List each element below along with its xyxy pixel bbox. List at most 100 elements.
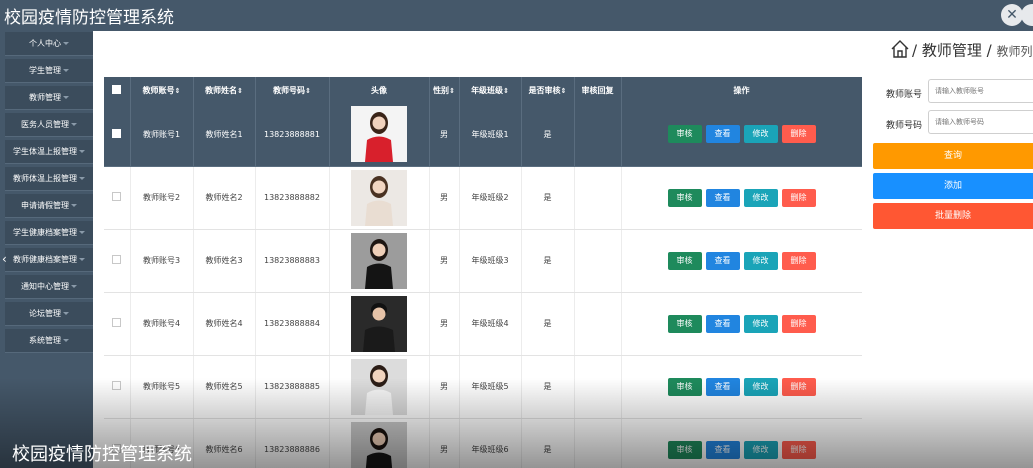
cell-class: 年级班级2	[459, 166, 522, 230]
cell-actions: 审核 查看 修改 删除	[621, 355, 862, 419]
cell-gender: 男	[429, 229, 460, 293]
phone-search-input[interactable]	[928, 110, 1033, 134]
row-checkbox[interactable]	[112, 381, 122, 390]
cell-reply	[574, 418, 622, 468]
sidebar-item-system[interactable]: 系统管理	[5, 329, 93, 353]
column-header: 头像	[329, 77, 430, 103]
view-button[interactable]: 查看	[705, 188, 740, 207]
chevron-left-icon[interactable]: ‹	[2, 252, 7, 266]
cell-phone: 13823888886	[255, 418, 330, 468]
sidebar-item-student-management[interactable]: 学生管理	[5, 59, 93, 83]
sidebar-item-label: 教师健康档案管理	[13, 255, 77, 264]
chevron-down-icon	[63, 96, 69, 99]
audit-button[interactable]: 审核	[667, 125, 702, 144]
cell-class: 年级班级6	[459, 418, 522, 468]
cell-class: 年级班级4	[459, 292, 522, 356]
audit-button[interactable]: 审核	[667, 314, 702, 333]
column-header[interactable]: 是否审核⇕	[521, 77, 575, 103]
table-row[interactable]: 教师账号4 教师姓名4 13823888884 男 年级班级4 是 审核 查看 修改…	[104, 292, 862, 356]
chevron-down-icon	[71, 204, 77, 207]
delete-button[interactable]: 删除	[781, 314, 816, 333]
close-icon[interactable]: ✕	[1001, 4, 1023, 26]
table-row[interactable]: 教师账号2 教师姓名2 13823888882 男 年级班级2 是 审核 查看 修改…	[104, 166, 862, 230]
row-checkbox[interactable]	[112, 128, 122, 138]
select-all-checkbox[interactable]	[112, 84, 122, 94]
sidebar-item-forum[interactable]: 论坛管理	[5, 302, 93, 326]
delete-button[interactable]: 删除	[781, 377, 816, 396]
edit-button[interactable]: 修改	[743, 314, 778, 333]
cell-avatar	[329, 355, 430, 419]
sidebar-item-label: 医务人员管理	[21, 120, 69, 129]
delete-button[interactable]: 删除	[781, 251, 816, 270]
edit-button[interactable]: 修改	[743, 188, 778, 207]
view-button[interactable]: 查看	[705, 377, 740, 396]
home-icon[interactable]	[890, 39, 910, 63]
view-button[interactable]: 查看	[705, 251, 740, 270]
sidebar-item-personal-center[interactable]: 个人中心	[5, 32, 93, 56]
delete-button[interactable]: 删除	[781, 188, 816, 207]
sidebar-item-teacher-health-record[interactable]: 教师健康档案管理	[5, 248, 93, 272]
delete-button[interactable]: 删除	[781, 440, 816, 459]
sort-icon: ⇕	[560, 86, 567, 95]
breadcrumb-separator: /	[912, 41, 918, 60]
cell-class: 年级班级1	[459, 103, 522, 167]
sidebar-item-label: 个人中心	[29, 39, 61, 48]
cell-phone: 13823888884	[255, 292, 330, 356]
column-header[interactable]: 年级班级⇕	[459, 77, 522, 103]
column-header[interactable]: 教师号码⇕	[255, 77, 330, 103]
sidebar-item-leave-request[interactable]: 申请请假管理	[5, 194, 93, 218]
audit-button[interactable]: 审核	[667, 377, 702, 396]
table-row[interactable]: 教师账号1 教师姓名1 13823888881 男 年级班级1 是 审核 查看 修改…	[104, 103, 862, 167]
edit-button[interactable]: 修改	[743, 251, 778, 270]
batch-delete-button[interactable]: 批量删除	[873, 203, 1033, 229]
view-button[interactable]: 查看	[705, 125, 740, 144]
table-row[interactable]: 教师账号3 教师姓名3 13823888883 男 年级班级3 是 审核 查看 修改…	[104, 229, 862, 293]
sidebar-item-notification-center[interactable]: 通知中心管理	[5, 275, 93, 299]
teacher-table: 教师账号⇕ 教师姓名⇕ 教师号码⇕ 头像 性别⇕ 年级班级⇕ 是否审核⇕ 审核回…	[104, 77, 862, 468]
chevron-down-icon	[63, 339, 69, 342]
cell-audited: 是	[521, 355, 575, 419]
view-button[interactable]: 查看	[705, 440, 740, 459]
sidebar-item-medical-staff[interactable]: 医务人员管理	[5, 113, 93, 137]
breadcrumb-separator: /	[986, 41, 992, 60]
query-button[interactable]: 查询	[873, 143, 1033, 169]
chevron-down-icon	[71, 285, 77, 288]
audit-button[interactable]: 审核	[667, 440, 702, 459]
sort-icon: ⇕	[449, 86, 455, 95]
table-row[interactable]: 教师账号6 教师姓名6 13823888886 男 年级班级6 是 审核 查看 修改…	[104, 418, 862, 468]
cell-audited: 是	[521, 418, 575, 468]
row-checkbox[interactable]	[112, 192, 122, 201]
row-checkbox[interactable]	[112, 318, 122, 327]
view-button[interactable]: 查看	[705, 314, 740, 333]
table-row[interactable]: 教师账号5 教师姓名5 13823888885 男 年级班级5 是 审核 查看 修改…	[104, 355, 862, 419]
sidebar: 个人中心 学生管理 教师管理 医务人员管理 学生体温上报管理 教师体温上报管理 …	[0, 31, 93, 468]
edit-button[interactable]: 修改	[743, 440, 778, 459]
cell-gender: 男	[429, 292, 460, 356]
cell-phone: 13823888881	[255, 103, 330, 167]
cell-actions: 审核 查看 修改 删除	[621, 292, 862, 356]
breadcrumb: / 教师管理 / 教师列	[890, 39, 1033, 63]
sidebar-item-student-temperature[interactable]: 学生体温上报管理	[5, 140, 93, 164]
sidebar-item-label: 学生管理	[29, 66, 61, 75]
delete-button[interactable]: 删除	[781, 125, 816, 144]
edit-button[interactable]: 修改	[743, 377, 778, 396]
audit-button[interactable]: 审核	[667, 251, 702, 270]
row-checkbox[interactable]	[112, 255, 122, 264]
cell-reply	[574, 292, 622, 356]
account-search-input[interactable]	[928, 79, 1033, 103]
sidebar-item-teacher-temperature[interactable]: 教师体温上报管理	[5, 167, 93, 191]
cell-gender: 男	[429, 103, 460, 167]
sidebar-item-student-health-record[interactable]: 学生健康档案管理	[5, 221, 93, 245]
edit-button[interactable]: 修改	[743, 125, 778, 144]
column-header[interactable]: 教师账号⇕	[130, 77, 194, 103]
sidebar-item-teacher-management[interactable]: 教师管理	[5, 86, 93, 110]
audit-button[interactable]: 审核	[667, 188, 702, 207]
add-button[interactable]: 添加	[873, 173, 1033, 199]
cell-audited: 是	[521, 103, 575, 167]
cell-audited: 是	[521, 166, 575, 230]
column-header[interactable]: 教师姓名⇕	[193, 77, 256, 103]
column-header[interactable]: 性别⇕	[429, 77, 460, 103]
breadcrumb-parent[interactable]: 教师管理	[922, 42, 982, 60]
table-header-row: 教师账号⇕ 教师姓名⇕ 教师号码⇕ 头像 性别⇕ 年级班级⇕ 是否审核⇕ 审核回…	[104, 77, 862, 103]
sort-icon: ⇕	[305, 86, 311, 95]
